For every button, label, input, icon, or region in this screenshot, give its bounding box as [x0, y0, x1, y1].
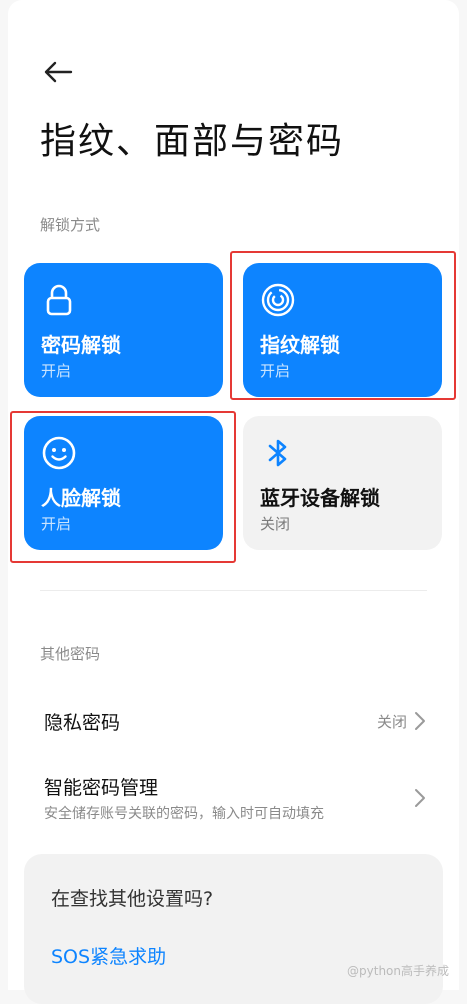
bluetooth-icon	[268, 439, 287, 467]
row-subtitle: 安全储存账号关联的密码，输入时可自动填充	[44, 806, 324, 822]
tile-label: 指纹解锁	[260, 333, 340, 357]
section-divider	[40, 590, 427, 591]
password-unlock-tile[interactable]: 密码解锁 开启	[24, 263, 223, 397]
back-arrow-icon	[44, 61, 73, 83]
tile-status: 开启	[260, 362, 291, 380]
back-button[interactable]	[38, 54, 78, 90]
tile-label: 密码解锁	[41, 333, 121, 357]
tile-label: 人脸解锁	[41, 486, 121, 510]
lock-icon	[46, 284, 72, 316]
search-question: 在查找其他设置吗?	[51, 888, 214, 910]
fingerprint-unlock-tile[interactable]: 指纹解锁 开启	[243, 263, 442, 397]
tile-status: 开启	[41, 362, 72, 380]
page-title: 指纹、面部与密码	[40, 121, 345, 162]
fingerprint-icon	[261, 283, 295, 317]
tile-status: 开启	[41, 515, 72, 533]
tile-status: 关闭	[260, 515, 291, 533]
row-value: 关闭	[376, 713, 407, 731]
sos-emergency-link[interactable]: SOS紧急求助	[51, 942, 166, 969]
chevron-right-icon	[415, 712, 425, 730]
unlock-section-label: 解锁方式	[40, 216, 101, 234]
tile-label: 蓝牙设备解锁	[260, 486, 380, 510]
other-section-label: 其他密码	[40, 645, 101, 663]
smart-password-manager-row[interactable]: 智能密码管理 安全储存账号关联的密码，输入时可自动填充	[8, 764, 459, 834]
bluetooth-unlock-tile[interactable]: 蓝牙设备解锁 关闭	[243, 416, 442, 550]
search-suggestion-card: 在查找其他设置吗? SOS紧急求助	[24, 854, 443, 1004]
row-title: 智能密码管理	[44, 777, 159, 799]
privacy-password-row[interactable]: 隐私密码 关闭	[8, 690, 459, 750]
face-unlock-tile[interactable]: 人脸解锁 开启	[24, 416, 223, 550]
settings-screen: 指纹、面部与密码 解锁方式 密码解锁 开启 指纹解锁 开启 人脸解锁 开启 蓝牙…	[8, 0, 459, 1004]
chevron-right-icon	[415, 789, 425, 807]
face-icon	[42, 436, 76, 470]
row-title: 隐私密码	[44, 712, 121, 734]
watermark: @python高手养成	[347, 964, 449, 978]
